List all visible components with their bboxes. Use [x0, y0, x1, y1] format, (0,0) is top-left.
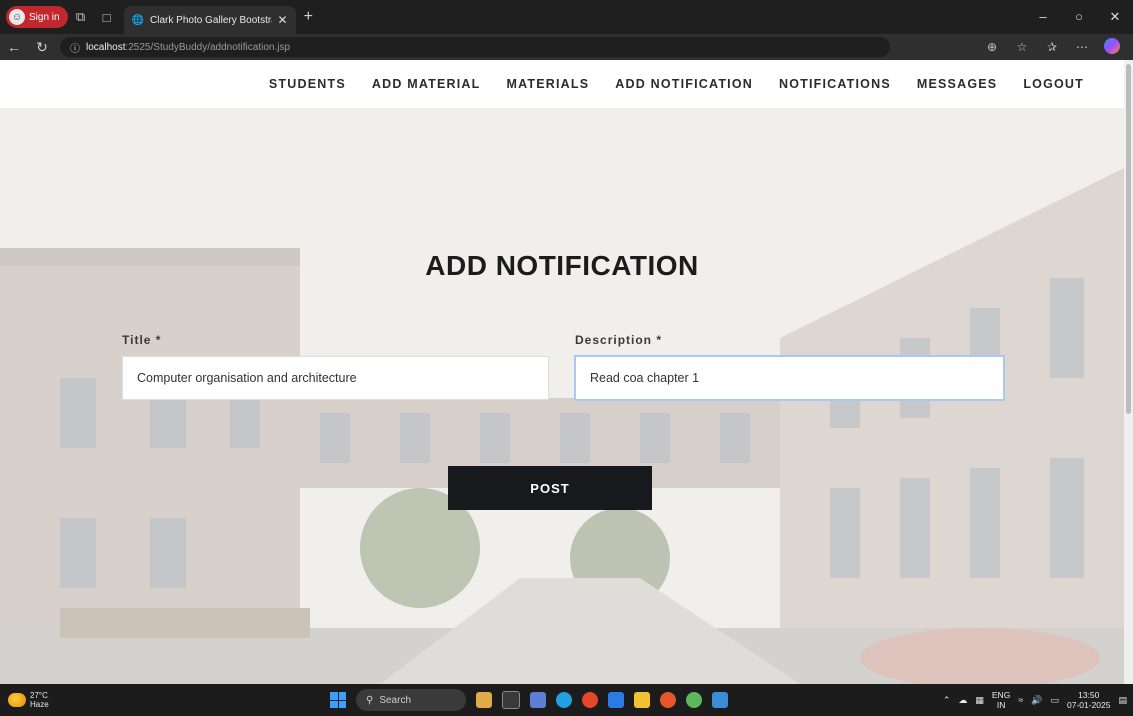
url-path: :2525/StudyBuddy/addnotification.jsp [125, 41, 291, 53]
title-label: Title * [122, 333, 162, 347]
app-icon-blue[interactable] [712, 692, 728, 708]
more-icon[interactable]: ⋯ [1069, 40, 1095, 54]
nav-messages[interactable]: MESSAGES [917, 77, 997, 91]
url-host: localhost [86, 41, 126, 53]
tray-app-icon[interactable]: ☁ [958, 695, 967, 706]
store-icon[interactable] [608, 692, 624, 708]
refresh-icon[interactable]: ↻ [28, 39, 56, 56]
person-icon: ☺ [9, 9, 25, 25]
os-taskbar: 27°C Haze ⚲ Search ⌃ ☁ ▦ ENG IN ≈ 🔊 ▭ 13 [0, 684, 1133, 716]
clock[interactable]: 13:50 07-01-2025 [1067, 690, 1110, 710]
title-input[interactable] [122, 356, 549, 400]
nav-add-notification[interactable]: ADD NOTIFICATION [615, 77, 753, 91]
scrollbar-thumb[interactable] [1126, 64, 1131, 414]
search-icon: ⚲ [366, 694, 374, 706]
nav-materials[interactable]: MATERIALS [506, 77, 589, 91]
window-controls: – ○ ✕ [1025, 9, 1133, 25]
favorites-icon[interactable]: ✰ [1039, 40, 1065, 54]
nav-logout[interactable]: LOGOUT [1023, 77, 1084, 91]
minimize-icon[interactable]: – [1025, 9, 1061, 25]
language-code: ENG [991, 690, 1011, 700]
search-label: Search [379, 694, 412, 706]
copilot-app-icon[interactable] [530, 692, 546, 708]
tab-actions-icon[interactable]: □ [94, 10, 120, 25]
widgets-icon[interactable] [476, 692, 492, 708]
address-bar-actions: ⊕ ☆ ✰ ⋯ [979, 37, 1133, 57]
chrome-icon[interactable] [582, 692, 598, 708]
chevron-up-icon[interactable]: ⌃ [943, 695, 951, 706]
battery-icon[interactable]: ▭ [1050, 695, 1059, 706]
weather-temperature: 27°C [30, 691, 48, 700]
globe-icon: 🌐 [131, 14, 145, 26]
address-bar-row: ← ↻ ⓘ localhost :2525/StudyBuddy/addnoti… [0, 34, 1133, 60]
nav-add-material[interactable]: ADD MATERIAL [372, 77, 481, 91]
weather-widget[interactable]: 27°C Haze [8, 691, 49, 709]
copilot-icon[interactable] [1099, 37, 1125, 57]
windows-start-icon[interactable] [330, 692, 346, 708]
file-explorer-icon[interactable] [634, 692, 650, 708]
plus-icon[interactable]: + [304, 8, 313, 26]
address-bar[interactable]: ⓘ localhost :2525/StudyBuddy/addnotifica… [60, 37, 890, 57]
page-scrollbar[interactable] [1124, 60, 1133, 684]
volume-icon[interactable]: 🔊 [1031, 695, 1042, 706]
taskbar-apps: ⚲ Search [330, 684, 728, 716]
restore-icon[interactable]: ○ [1061, 9, 1097, 25]
taskbar-search[interactable]: ⚲ Search [356, 689, 466, 711]
task-view-icon[interactable] [502, 691, 520, 709]
browser-tab[interactable]: 🌐 Clark Photo Gallery Bootstrap Re ✕ [123, 6, 296, 34]
hero-section: ADD NOTIFICATION Title * Description * P… [0, 108, 1124, 684]
weather-icon [8, 693, 26, 707]
description-label: Description * [575, 333, 663, 347]
top-navigation: STUDENTS ADD MATERIAL MATERIALS ADD NOTI… [0, 60, 1124, 108]
sign-in-label: Sign in [29, 11, 60, 23]
app-icon-orange[interactable] [660, 692, 676, 708]
edge-browser-icon[interactable] [556, 692, 572, 708]
app-icon-green[interactable] [686, 692, 702, 708]
nav-notifications[interactable]: NOTIFICATIONS [779, 77, 891, 91]
sign-in-button[interactable]: ☺ Sign in [6, 6, 68, 28]
clock-time: 13:50 [1078, 690, 1100, 700]
page-viewport: STUDENTS ADD MATERIAL MATERIALS ADD NOTI… [0, 60, 1124, 684]
description-input[interactable] [574, 355, 1005, 401]
page-title: ADD NOTIFICATION [425, 250, 699, 281]
nav-students[interactable]: STUDENTS [269, 77, 346, 91]
back-arrow-icon[interactable]: ← [0, 39, 28, 55]
region-code: IN [996, 700, 1006, 710]
weather-condition: Haze [30, 700, 49, 709]
tab-title: Clark Photo Gallery Bootstrap Re [150, 14, 272, 26]
tray-app-icon-2[interactable]: ▦ [975, 695, 984, 706]
notification-bell-icon[interactable]: ▤ [1118, 695, 1127, 706]
close-icon[interactable]: ✕ [278, 13, 288, 27]
wifi-icon[interactable]: ≈ [1018, 695, 1023, 705]
clock-date: 07-01-2025 [1067, 700, 1111, 710]
window-close-icon[interactable]: ✕ [1097, 9, 1133, 25]
workspaces-icon[interactable]: ⧉ [68, 9, 94, 25]
info-icon[interactable]: ⓘ [70, 40, 80, 55]
language-indicator[interactable]: ENG IN [992, 690, 1010, 710]
system-tray: ⌃ ☁ ▦ ENG IN ≈ 🔊 ▭ 13:50 07-01-2025 ▤ [943, 684, 1127, 716]
browser-tab-bar: ☺ Sign in ⧉ □ 🌐 Clark Photo Gallery Boot… [0, 0, 1133, 34]
post-button[interactable]: POST [448, 466, 652, 510]
zoom-icon[interactable]: ⊕ [979, 40, 1005, 54]
star-icon[interactable]: ☆ [1009, 40, 1035, 54]
